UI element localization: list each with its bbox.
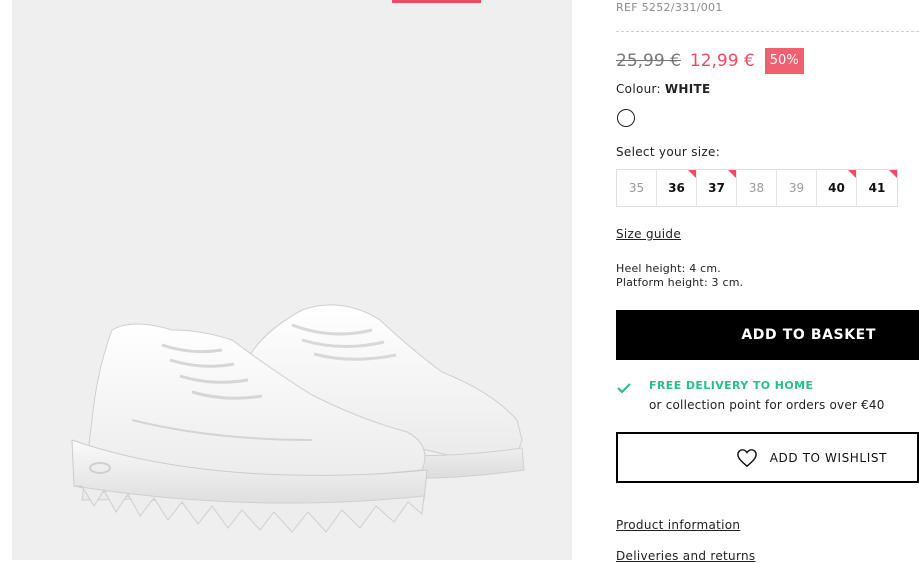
- low-stock-flag-icon: [848, 170, 856, 178]
- discount-badge: 50%: [764, 48, 804, 74]
- product-info-panel: REF 5252/331/001 25,99 € 12,99 € 50% Col…: [616, 0, 919, 563]
- size-option-label: 39: [788, 181, 805, 195]
- product-image: [71, 304, 525, 533]
- product-information-link[interactable]: Product information: [616, 518, 740, 532]
- low-stock-flag-icon: [728, 170, 736, 178]
- colour-label: Colour:: [616, 82, 661, 96]
- price-row: 25,99 € 12,99 € 50%: [616, 47, 804, 75]
- add-to-basket-label: ADD TO BASKET: [741, 327, 876, 343]
- colour-row: Colour: WHITE: [616, 82, 711, 96]
- low-stock-flag-icon: [688, 170, 696, 178]
- size-option-label: 36: [668, 181, 685, 195]
- divider: [616, 31, 919, 32]
- product-image-panel[interactable]: [12, 0, 572, 560]
- size-option-36[interactable]: 36: [657, 170, 697, 206]
- size-label: Select your size:: [616, 145, 721, 159]
- size-option-40[interactable]: 40: [817, 170, 857, 206]
- size-option-37[interactable]: 37: [697, 170, 737, 206]
- old-price: 25,99 €: [616, 51, 681, 71]
- colour-swatch-white[interactable]: [617, 109, 635, 127]
- size-option-label: 38: [748, 181, 765, 195]
- platform-height: Platform height: 3 cm.: [616, 276, 744, 289]
- add-to-wishlist-label: ADD TO WISHLIST: [769, 450, 887, 465]
- add-to-wishlist-button[interactable]: ADD TO WISHLIST: [616, 432, 919, 483]
- heart-icon: [736, 448, 757, 467]
- size-option-38[interactable]: 38: [737, 170, 777, 206]
- delivery-title: FREE DELIVERY TO HOME: [649, 379, 814, 392]
- sale-price: 12,99 €: [689, 51, 755, 71]
- product-ref: REF 5252/331/001: [616, 1, 723, 14]
- colour-value: WHITE: [664, 82, 711, 96]
- heel-height: Heel height: 4 cm.: [616, 262, 721, 275]
- size-option-39[interactable]: 39: [777, 170, 817, 206]
- size-option-label: 40: [828, 181, 845, 195]
- check-icon: [617, 383, 631, 394]
- delivery-subtitle: or collection point for orders over €40: [649, 398, 885, 412]
- size-option-35[interactable]: 35: [617, 170, 657, 206]
- low-stock-flag-icon: [889, 170, 897, 178]
- size-option-label: 41: [868, 181, 886, 195]
- size-option-41[interactable]: 41: [857, 170, 897, 206]
- size-selector: 35 36 37 38 39 40 41: [616, 169, 898, 207]
- product-specs: Heel height: 4 cm. Platform height: 3 cm…: [616, 262, 743, 290]
- size-guide-link[interactable]: Size guide: [616, 227, 681, 241]
- deliveries-returns-link[interactable]: Deliveries and returns: [616, 549, 755, 563]
- add-to-basket-button[interactable]: ADD TO BASKET: [616, 310, 919, 360]
- size-option-label: 35: [628, 181, 645, 195]
- size-option-label: 37: [708, 181, 725, 195]
